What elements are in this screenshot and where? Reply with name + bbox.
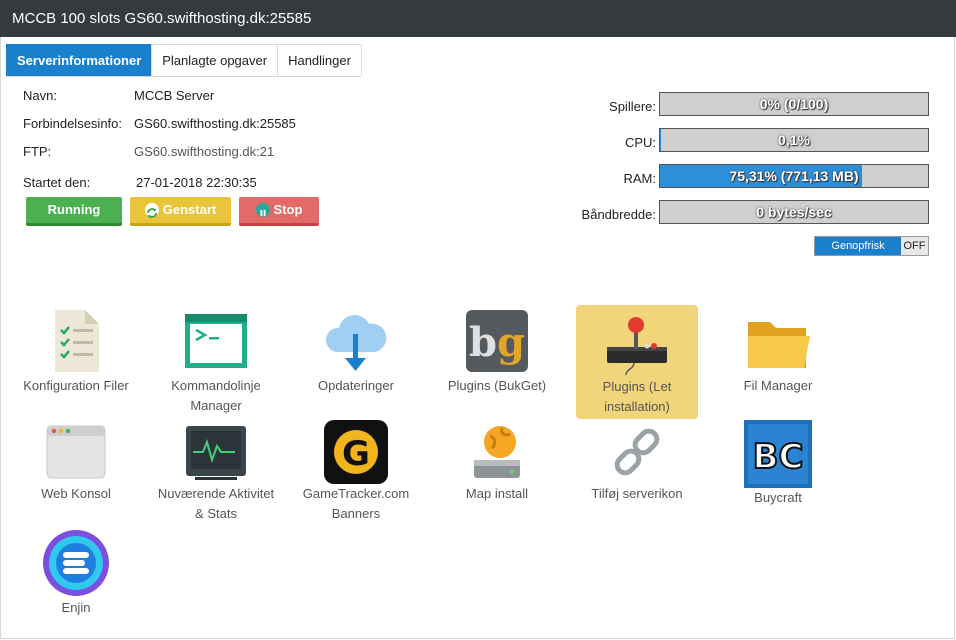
running-button[interactable]: Running (26, 197, 122, 226)
tile-activity-stats-label: Nuværende Aktivitet & Stats (157, 486, 275, 521)
window-title: MCCB 100 slots GS60.swifthosting.dk:2558… (0, 0, 956, 37)
tile-gametracker[interactable]: G GameTracker.com Banners (295, 420, 417, 524)
tile-plugins-easy[interactable]: Plugins (Let installation) (576, 305, 698, 419)
tile-enjin[interactable]: Enjin (15, 528, 137, 618)
enjin-logo-icon (43, 530, 109, 596)
bandwidth-bar: 0 bytes/sec (659, 200, 929, 224)
info-conn-value: GS60.swifthosting.dk:25585 (134, 116, 296, 131)
tile-buycraft-label: Buycraft (754, 490, 802, 505)
ram-label: RAM: (623, 171, 657, 186)
info-started-value: 27-01-2018 22:30:35 (136, 175, 257, 190)
tile-config-files[interactable]: Konfiguration Filer (15, 306, 137, 396)
joystick-icon (607, 317, 667, 376)
link-chain-icon (614, 428, 660, 476)
ram-value: 75,31% (771,13 MB) (729, 168, 859, 184)
refresh-toggle[interactable]: Genopfrisk OFF (814, 236, 929, 256)
tile-config-files-label: Konfiguration Filer (23, 378, 129, 393)
pause-icon (255, 202, 270, 217)
cpu-bar: 0,1% (659, 128, 929, 152)
tile-command-line-label: Kommandolinje Manager (171, 378, 261, 413)
tab-bar: Serverinformationer Planlagte opgaver Ha… (6, 44, 362, 77)
refresh-icon (144, 202, 159, 218)
refresh-toggle-on: Genopfrisk (815, 237, 901, 255)
svg-text:G: G (342, 434, 370, 474)
tab-serverinformationer[interactable]: Serverinformationer (6, 44, 153, 76)
info-started-label: Startet den: (23, 175, 91, 190)
info-conn-label: Forbindelsesinfo: (23, 116, 122, 131)
info-ftp-value[interactable]: GS60.swifthosting.dk:21 (134, 144, 274, 159)
bukget-logo-icon: bg (466, 310, 528, 372)
map-install-icon (474, 426, 520, 478)
tile-plugins-bukget-label: Plugins (BukGet) (447, 378, 547, 393)
browser-window-icon (46, 425, 106, 479)
checklist-doc-icon (55, 310, 99, 372)
terminal-icon (185, 314, 247, 368)
cpu-value: 0,1% (778, 132, 810, 148)
tile-file-manager[interactable]: Fil Manager (717, 306, 839, 396)
restart-button[interactable]: Genstart (130, 197, 231, 226)
tile-buycraft[interactable]: BC Buycraft (717, 420, 839, 508)
tile-file-manager-label: Fil Manager (743, 378, 813, 393)
buycraft-logo-icon: BC (744, 420, 812, 488)
restart-label: Genstart (162, 202, 217, 217)
info-ftp-label: FTP: (23, 144, 52, 159)
players-value: 0% (0/100) (759, 96, 829, 112)
running-label: Running (47, 202, 101, 217)
cpu-label: CPU: (624, 135, 656, 150)
activity-monitor-icon (186, 426, 246, 480)
ram-bar: 75,31% (771,13 MB) (659, 164, 929, 188)
refresh-toggle-off: OFF (901, 237, 928, 255)
info-name-label: Navn: (23, 88, 57, 103)
info-name-value: MCCB Server (134, 88, 215, 103)
stop-label: Stop (273, 202, 303, 217)
folder-icon (748, 322, 810, 368)
bandwidth-label: Båndbredde: (581, 207, 656, 222)
tile-command-line[interactable]: Kommandolinje Manager (155, 306, 277, 416)
tile-gametracker-label: GameTracker.com Banners (302, 486, 410, 521)
tile-updates-label: Opdateringer (318, 378, 394, 393)
tile-server-icon-label: Tilføj serverikon (591, 486, 683, 501)
tile-enjin-label: Enjin (61, 600, 91, 615)
tab-planlagte-opgaver[interactable]: Planlagte opgaver (151, 44, 279, 76)
stop-button[interactable]: Stop (239, 197, 319, 226)
gametracker-logo-icon: G (324, 420, 388, 484)
bandwidth-value: 0 bytes/sec (756, 204, 832, 220)
cloud-download-icon (325, 315, 387, 371)
tile-web-console-label: Web Konsol (41, 486, 111, 501)
svg-text:BC: BC (753, 437, 804, 477)
players-bar: 0% (0/100) (659, 92, 929, 116)
tile-activity-stats[interactable]: Nuværende Aktivitet & Stats (155, 420, 277, 524)
svg-text:bg: bg (469, 319, 525, 366)
tile-web-console[interactable]: Web Konsol (15, 420, 137, 504)
players-label: Spillere: (609, 99, 656, 114)
tile-plugins-easy-label: Plugins (Let installation) (602, 379, 672, 414)
tab-handlinger[interactable]: Handlinger (277, 44, 362, 76)
tile-updates[interactable]: Opdateringer (295, 306, 417, 396)
tile-server-icon[interactable]: Tilføj serverikon (576, 420, 698, 504)
tile-plugins-bukget[interactable]: bg Plugins (BukGet) (436, 306, 558, 396)
tile-map-install[interactable]: Map install (436, 420, 558, 504)
tile-map-install-label: Map install (465, 486, 529, 501)
